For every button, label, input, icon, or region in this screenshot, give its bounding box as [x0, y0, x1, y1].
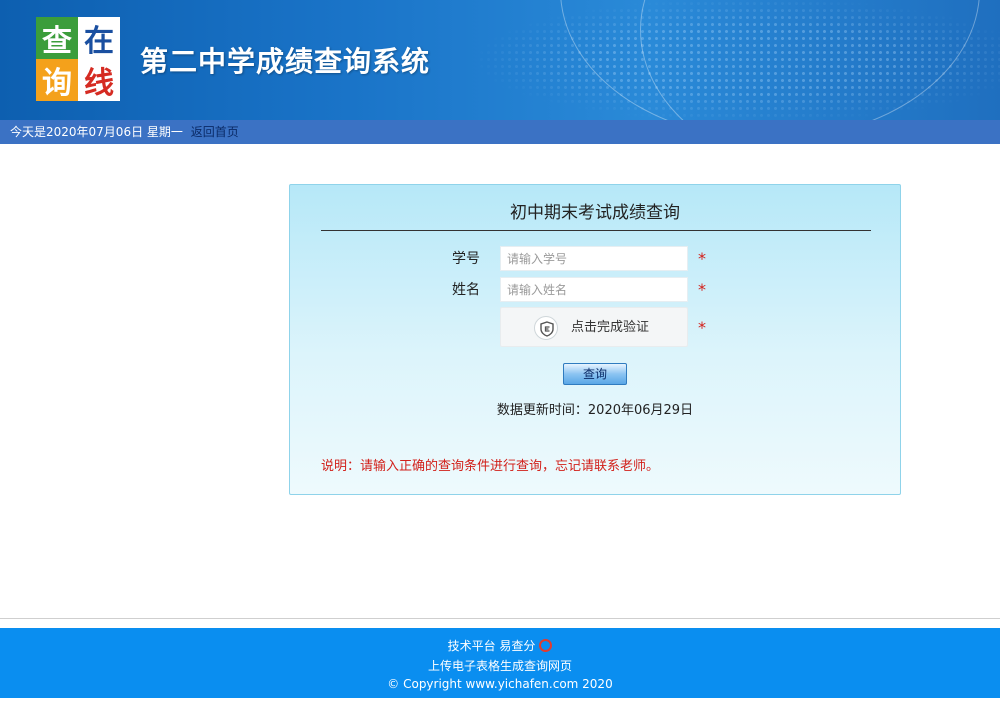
date-bar: 今天是2020年07月06日 星期一 返回首页	[0, 120, 1000, 144]
required-mark: *	[698, 249, 706, 268]
captcha-button[interactable]: 点击完成验证	[500, 307, 688, 347]
student-id-label: 学号	[452, 251, 480, 267]
footer-platform-text: 技术平台 易查分	[447, 639, 536, 653]
footer: 技术平台 易查分 上传电子表格生成查询网页 © Copyright www.yi…	[0, 628, 1000, 698]
panel-title: 初中期末考试成绩查询	[510, 203, 680, 223]
required-mark: *	[698, 318, 706, 337]
footer-platform: 技术平台 易查分	[0, 637, 1000, 654]
arc-decoration	[640, 0, 1000, 120]
site-title: 第二中学成绩查询系统	[140, 45, 431, 78]
yichafen-logo-icon	[539, 639, 553, 652]
name-input[interactable]	[500, 277, 688, 302]
shield-icon	[534, 316, 558, 340]
student-id-input[interactable]	[500, 246, 688, 271]
name-row: 姓名 *	[290, 277, 900, 303]
title-divider	[321, 230, 871, 231]
logo-char: 在	[78, 17, 120, 59]
update-time: 数据更新时间：2020年06月29日	[496, 403, 694, 418]
instruction-note: 说明：请输入正确的查询条件进行查询，忘记请联系老师。	[321, 459, 660, 474]
required-mark: *	[698, 280, 706, 299]
footer-divider	[0, 618, 1000, 619]
header-banner: 查 在 询 线 第二中学成绩查询系统	[0, 0, 1000, 120]
student-id-row: 学号 *	[290, 246, 900, 272]
captcha-label: 点击完成验证	[571, 320, 650, 335]
footer-copyright: © Copyright www.yichafen.com 2020	[387, 677, 613, 691]
site-logo: 查 在 询 线	[36, 17, 120, 101]
query-button[interactable]: 查询	[563, 363, 627, 385]
logo-char: 询	[36, 59, 78, 101]
logo-char: 查	[36, 17, 78, 59]
name-label: 姓名	[452, 282, 480, 298]
bottom-strip	[0, 698, 1000, 708]
footer-tagline: 上传电子表格生成查询网页	[427, 659, 572, 673]
home-link[interactable]: 返回首页	[191, 125, 239, 139]
logo-char: 线	[78, 59, 120, 101]
today-date: 今天是2020年07月06日 星期一	[10, 125, 183, 139]
query-panel: 初中期末考试成绩查询 学号 * 姓名 * 点击完成验证 * 查询 数据更新时间：…	[289, 184, 901, 495]
